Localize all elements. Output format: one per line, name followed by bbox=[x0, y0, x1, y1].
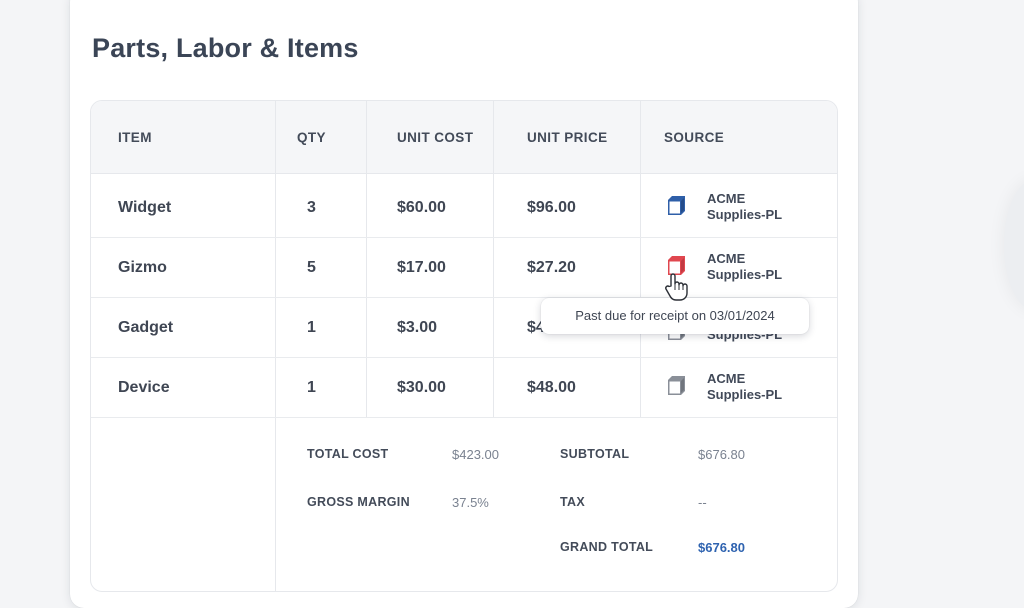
cell-qty: 3 bbox=[307, 199, 316, 216]
gross-margin-value: 37.5% bbox=[452, 495, 489, 510]
source-location: Supplies-PL bbox=[707, 387, 783, 402]
row-divider bbox=[91, 417, 837, 418]
row-divider bbox=[91, 237, 837, 238]
cell-unit-cost: $3.00 bbox=[397, 319, 438, 336]
tax-label: TAX bbox=[560, 495, 585, 509]
grand-total-value: $676.80 bbox=[698, 540, 745, 555]
cell-qty: 1 bbox=[307, 319, 316, 336]
cell-unit-cost: $60.00 bbox=[397, 199, 446, 216]
box-icon[interactable] bbox=[663, 374, 689, 400]
header-source: SOURCE bbox=[664, 130, 725, 145]
source-name: ACME bbox=[707, 371, 746, 386]
column-divider bbox=[640, 101, 641, 418]
cell-unit-price: $96.00 bbox=[527, 199, 576, 216]
items-table: ITEM QTY UNIT COST UNIT PRICE SOURCE Wid… bbox=[90, 100, 838, 592]
header-qty: QTY bbox=[297, 130, 326, 145]
total-cost-label: TOTAL COST bbox=[307, 447, 389, 461]
header-unit-price: UNIT PRICE bbox=[527, 130, 608, 145]
cell-unit-price: $27.20 bbox=[527, 259, 576, 276]
column-divider bbox=[275, 101, 276, 591]
source-location: Supplies-PL bbox=[707, 267, 783, 282]
row-divider bbox=[91, 357, 837, 358]
cell-unit-cost: $17.00 bbox=[397, 259, 446, 276]
cell-item: Device bbox=[118, 379, 170, 396]
hand-pointer-icon bbox=[665, 273, 688, 301]
source-name: ACME bbox=[707, 191, 746, 206]
cell-item: Gizmo bbox=[118, 259, 167, 276]
section-title: Parts, Labor & Items bbox=[92, 33, 359, 63]
source-location: Supplies-PL bbox=[707, 207, 783, 222]
subtotal-value: $676.80 bbox=[698, 447, 745, 462]
grand-total-label: GRAND TOTAL bbox=[560, 540, 654, 554]
tax-value: -- bbox=[698, 495, 707, 510]
cell-unit-price: $48.00 bbox=[527, 379, 576, 396]
header-unit-cost: UNIT COST bbox=[397, 130, 474, 145]
source-name: ACME bbox=[707, 251, 746, 266]
cell-item: Gadget bbox=[118, 319, 174, 336]
gross-margin-label: GROSS MARGIN bbox=[307, 495, 410, 509]
cell-qty: 1 bbox=[307, 379, 316, 396]
header-item: ITEM bbox=[118, 130, 152, 145]
total-cost-value: $423.00 bbox=[452, 447, 499, 462]
cell-unit-cost: $30.00 bbox=[397, 379, 446, 396]
cell-qty: 5 bbox=[307, 259, 316, 276]
column-divider bbox=[366, 101, 367, 418]
table-header: ITEM QTY UNIT COST UNIT PRICE SOURCE bbox=[91, 101, 837, 174]
subtotal-label: SUBTOTAL bbox=[560, 447, 630, 461]
column-divider bbox=[493, 101, 494, 418]
past-due-tooltip: Past due for receipt on 03/01/2024 bbox=[541, 298, 809, 334]
cell-item: Widget bbox=[118, 199, 172, 216]
box-icon[interactable] bbox=[663, 194, 689, 220]
background-card-edge bbox=[1004, 180, 1024, 310]
